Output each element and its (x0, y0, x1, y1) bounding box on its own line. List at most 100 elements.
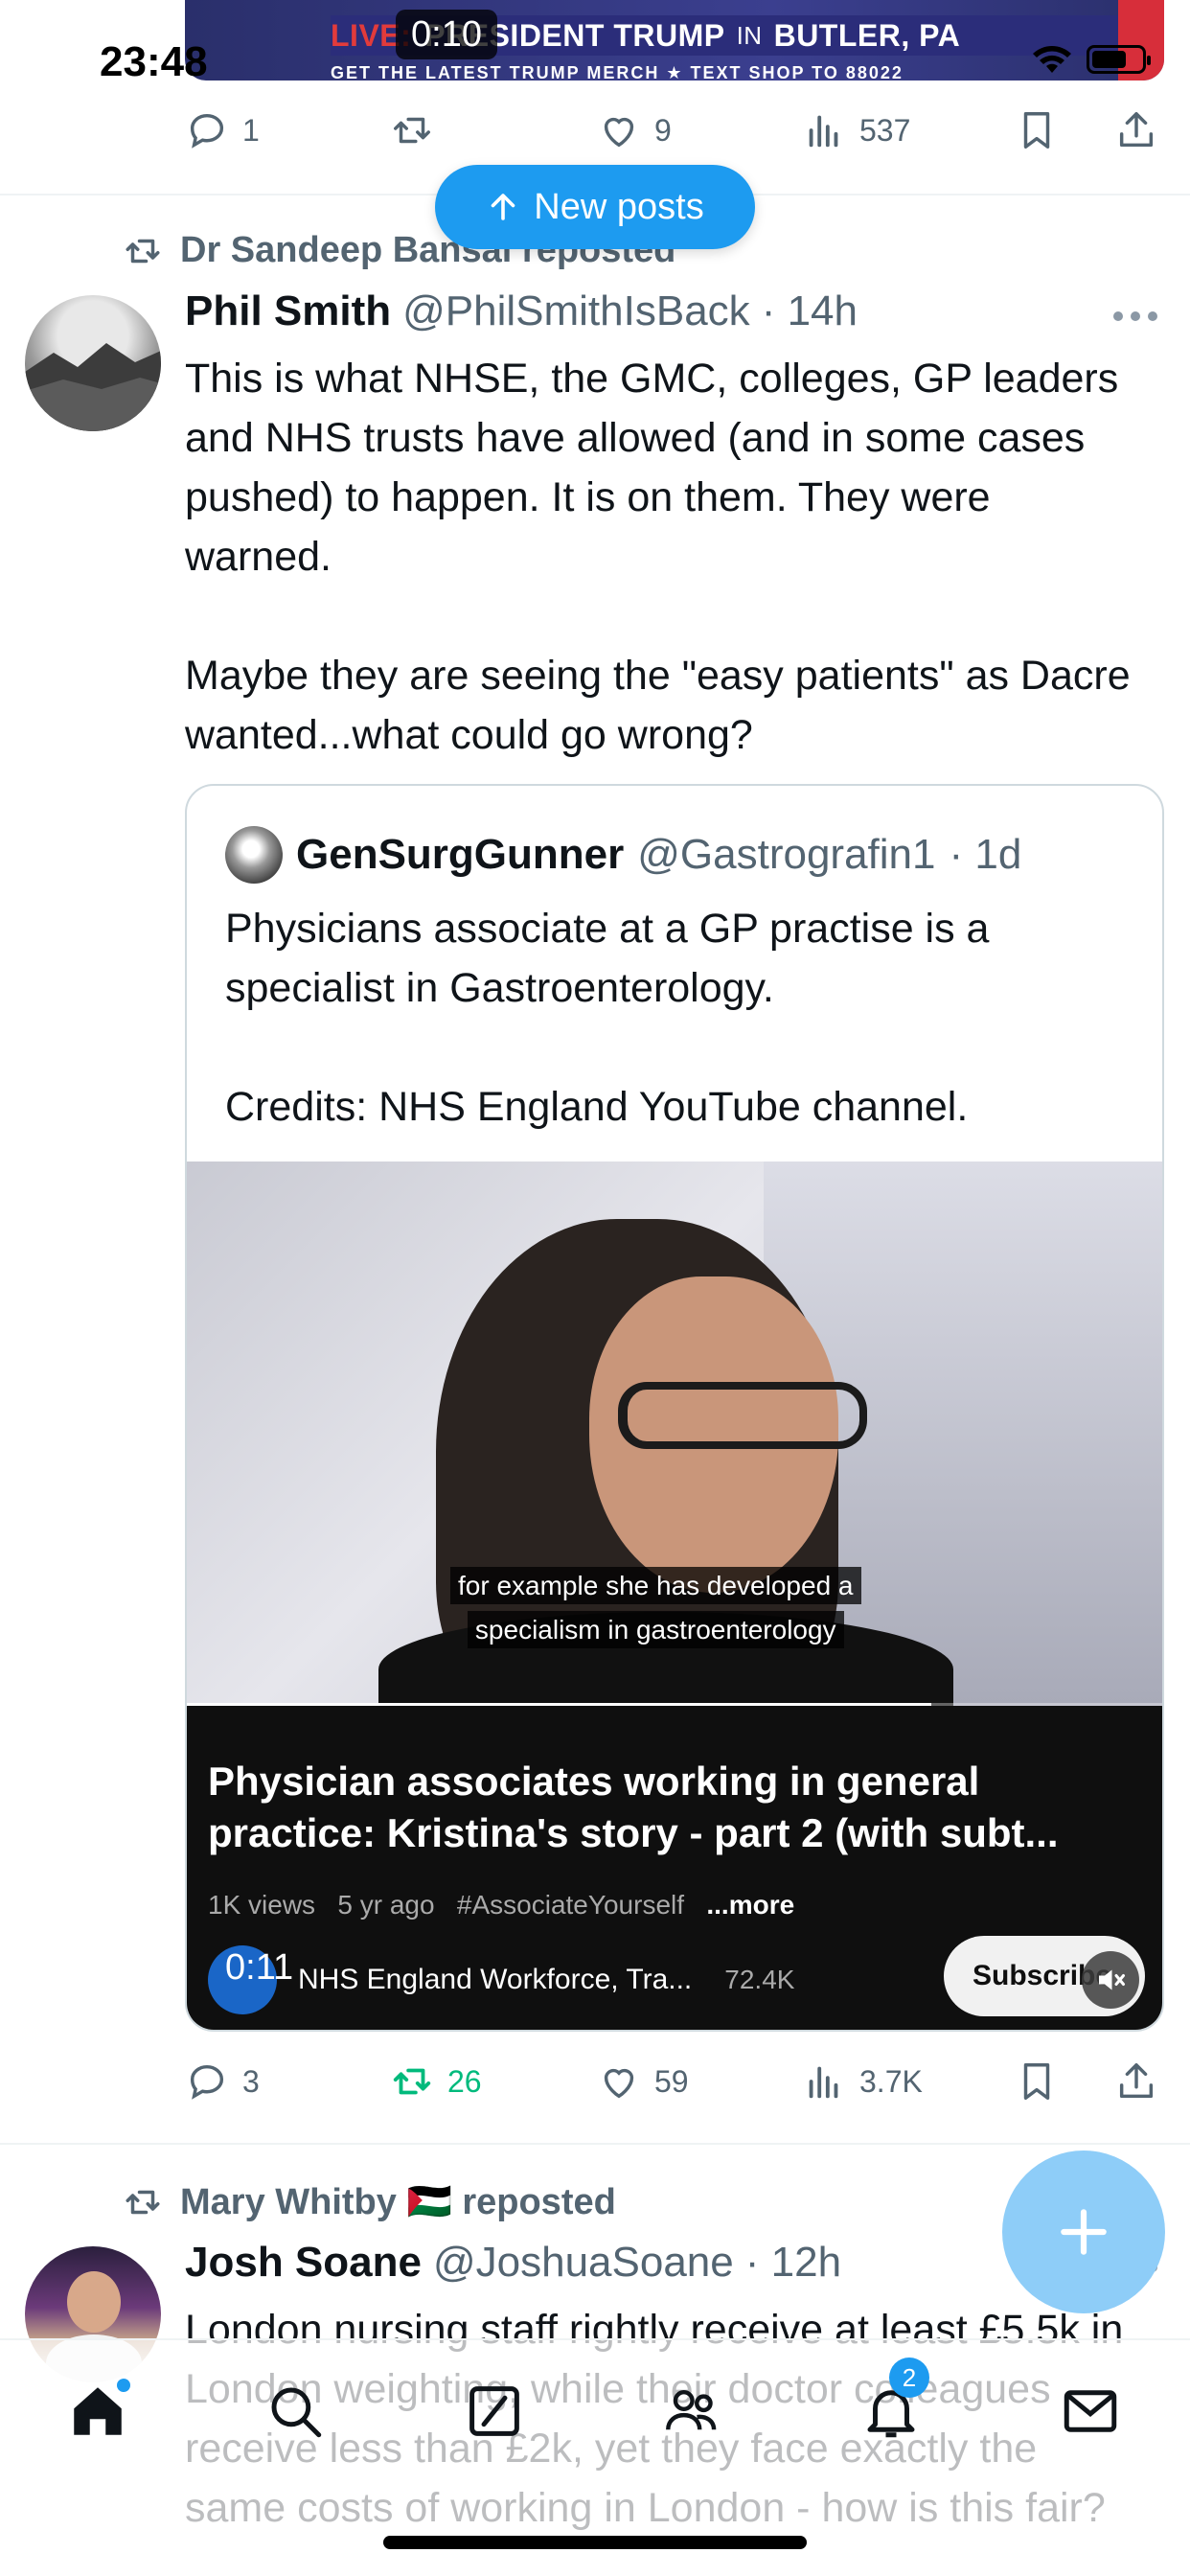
quote-author-name[interactable]: GenSurgGunner (296, 831, 624, 879)
repost-count: 26 (447, 2063, 482, 2099)
landscape-photo (25, 343, 161, 431)
youtube-age: 5 yr ago (337, 1890, 435, 1920)
views-icon (809, 115, 838, 148)
youtube-tag[interactable]: #AssociateYourself (457, 1890, 684, 1920)
repost-button[interactable]: 26 (390, 2053, 482, 2110)
reply-button[interactable]: 1 (185, 102, 260, 159)
reply-button[interactable]: 3 (185, 2053, 260, 2110)
share-button[interactable] (1114, 102, 1158, 159)
more-icon (1113, 311, 1123, 321)
channel-subscribers: 72.4K (724, 1965, 795, 1994)
avatar[interactable] (25, 295, 161, 431)
more-options-button[interactable] (1113, 307, 1161, 326)
video-timer: 0:10 (396, 10, 497, 59)
mute-icon (1099, 1969, 1125, 1990)
nav-grok[interactable] (456, 2373, 533, 2450)
caption-line-1: for example she has developed a (450, 1567, 861, 1604)
video-person-glasses (618, 1382, 867, 1449)
quote-header: GenSurgGunner @Gastrografin1 · 1d (225, 826, 1021, 884)
youtube-meta: 1K views 5 yr ago #AssociateYourself ...… (208, 1890, 794, 1920)
banner-text-b: BUTLER, PA (773, 17, 961, 53)
author-handle[interactable]: @PhilSmithIsBack (402, 288, 750, 335)
tweet-paragraph-2: Maybe they are seeing the "easy patients… (185, 653, 1131, 758)
share-button[interactable] (1114, 2053, 1158, 2110)
share-icon (1119, 112, 1154, 148)
tweet-divider (0, 2143, 1190, 2145)
status-icons (1031, 44, 1151, 75)
like-button[interactable]: 59 (597, 2053, 689, 2110)
youtube-more-link[interactable]: ...more (706, 1890, 794, 1920)
share-icon (1119, 2063, 1154, 2099)
views-icon (809, 2066, 838, 2099)
like-icon (604, 2068, 634, 2099)
author-name[interactable]: Josh Soane (185, 2239, 422, 2287)
tweet-actions: 3 26 59 3.7K (185, 2053, 1164, 2110)
notifications-badge: 2 (889, 2358, 929, 2398)
repost-button[interactable] (390, 102, 447, 159)
arrow-up-icon (491, 194, 515, 220)
quote-author-handle[interactable]: @Gastrografin1 (637, 831, 935, 879)
tweet-time: · 12h (744, 2239, 842, 2286)
tweet-header: Josh Soane @JoshuaSoane · 12h (185, 2239, 841, 2287)
video-caption: for example she has developed a speciali… (450, 1564, 861, 1652)
repost-icon (394, 117, 430, 144)
video-player[interactable]: for example she has developed a speciali… (187, 1162, 1162, 1706)
like-icon (604, 117, 634, 148)
youtube-timer: 0:11 (225, 1947, 294, 1988)
avatar-face (67, 2271, 121, 2333)
top-video-preview[interactable]: LIVE: PRESIDENT TRUMP IN BUTLER, PA GET … (185, 0, 1164, 80)
youtube-views: 1K views (208, 1890, 316, 1920)
reply-icon (190, 113, 224, 149)
tweet-text: This is what NHSE, the GMC, colleges, GP… (185, 349, 1143, 765)
home-badge-dot (117, 2379, 130, 2392)
nav-notifications[interactable]: 2 (853, 2358, 929, 2450)
views-button[interactable]: 537 (802, 102, 910, 159)
repost-icon (126, 2190, 160, 2215)
youtube-channel-row: NHS England Workforce, Tra... 72.4K (208, 1945, 794, 2014)
quote-text: Physicians associate at a GP practise is… (225, 899, 1145, 1137)
quote-paragraph-2: Credits: NHS England YouTube channel. (225, 1084, 969, 1130)
merch-strip: GET THE LATEST TRUMP MERCH ★ TEXT SHOP T… (331, 63, 904, 80)
views-button[interactable]: 3.7K (802, 2053, 923, 2110)
compose-icon (1061, 2209, 1107, 2255)
mute-button[interactable] (1082, 1951, 1139, 2009)
wifi-icon (1033, 46, 1071, 73)
home-indicator (383, 2536, 807, 2549)
repost-icon (126, 239, 160, 263)
bookmark-button[interactable] (1015, 102, 1059, 159)
repost-icon (393, 2068, 431, 2095)
compose-button[interactable] (1002, 2150, 1165, 2313)
bookmark-icon (1023, 2063, 1050, 2100)
caption-line-2: specialism in gastroenterology (467, 1611, 844, 1648)
reply-count: 3 (242, 2063, 260, 2099)
quote-avatar[interactable] (225, 826, 283, 884)
battery-icon (1087, 45, 1151, 74)
author-handle[interactable]: @JoshuaSoane (433, 2239, 734, 2287)
like-count: 9 (654, 112, 672, 148)
youtube-info-panel[interactable]: Physician associates working in general … (187, 1706, 1162, 2030)
nav-search[interactable] (257, 2373, 333, 2450)
like-button[interactable]: 9 (597, 102, 672, 159)
banner-in: IN (736, 20, 763, 50)
nav-messages[interactable] (1052, 2373, 1129, 2450)
bookmark-button[interactable] (1015, 2053, 1059, 2110)
reposted-by-text: Mary Whitby 🇵🇸 reposted (180, 2182, 616, 2222)
tweet-header: Phil Smith @PhilSmithIsBack · 14h (185, 288, 858, 335)
communities-icon (666, 2390, 717, 2430)
reply-count: 1 (242, 112, 260, 148)
youtube-video-title: Physician associates working in general … (208, 1759, 1059, 1855)
new-posts-button[interactable]: New posts (435, 165, 755, 249)
grok-icon (469, 2386, 519, 2436)
nav-communities[interactable] (653, 2373, 730, 2450)
status-time: 23:48 (100, 38, 208, 85)
author-name[interactable]: Phil Smith (185, 288, 391, 335)
quoted-tweet-card[interactable]: GenSurgGunner @Gastrografin1 · 1d Physic… (185, 784, 1164, 2032)
bookmark-icon (1023, 112, 1050, 149)
channel-name[interactable]: NHS England Workforce, Tra... (298, 1964, 692, 1996)
like-count: 59 (654, 2063, 689, 2099)
repost-attribution[interactable]: Mary Whitby 🇵🇸 reposted (123, 2181, 616, 2223)
mail-icon (1064, 2390, 1117, 2432)
tweet-paragraph-1: This is what NHSE, the GMC, colleges, GP… (185, 356, 1119, 580)
nav-home[interactable] (59, 2373, 136, 2450)
views-count: 3.7K (859, 2063, 923, 2099)
